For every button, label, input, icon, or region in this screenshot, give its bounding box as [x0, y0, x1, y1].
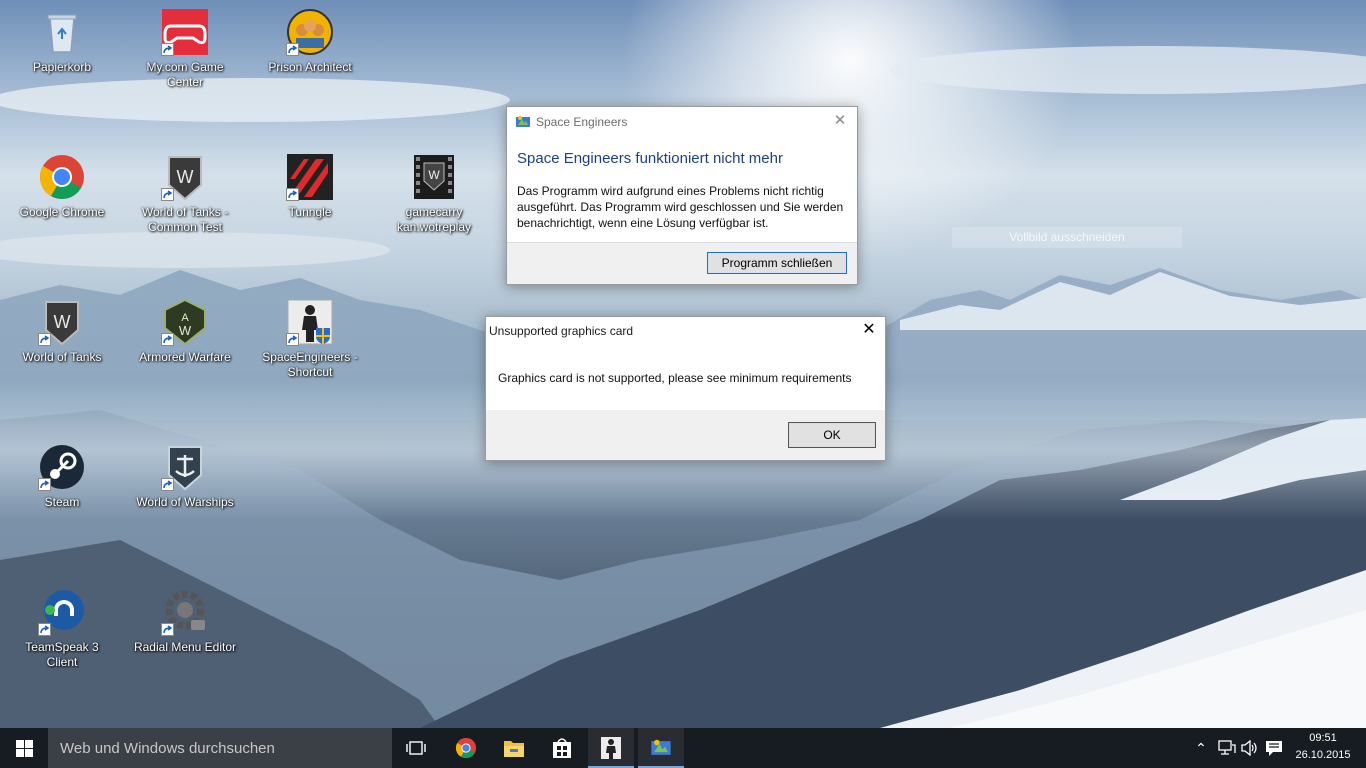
clock[interactable]: 09:51 26.10.2015	[1290, 728, 1356, 768]
icon-label: SpaceEngineers - Shortcut	[262, 350, 358, 379]
close-icon[interactable]: ✕	[827, 111, 853, 131]
shortcut-arrow-icon	[38, 478, 51, 491]
svg-text:W: W	[54, 312, 71, 332]
wotreplay-file-icon: W	[414, 155, 454, 199]
chrome-icon	[455, 737, 477, 759]
snipping-ghost-label: Vollbild ausschneiden	[952, 227, 1182, 248]
desktop-icon-spaceengineers-shortcut[interactable]: SpaceEngineers - Shortcut	[258, 298, 362, 380]
graphics-error-dialog: Unsupported graphics card ✕ Graphics car…	[485, 316, 886, 461]
desktop-icon-world-of-warships[interactable]: World of Warships	[133, 443, 237, 510]
crash-dialog: Space Engineers ✕ Space Engineers funkti…	[506, 106, 858, 285]
taskbar-chrome[interactable]	[442, 728, 490, 768]
crash-dialog-footer: Programm schließen	[507, 242, 857, 284]
clock-time: 09:51	[1309, 732, 1337, 744]
file-explorer-icon	[504, 741, 524, 757]
icon-label: Steam	[44, 495, 80, 509]
svg-text:W: W	[428, 168, 440, 182]
chevron-up-icon[interactable]: ⌃	[1192, 740, 1210, 757]
chrome-icon	[40, 155, 84, 199]
snipping-ghost-text: Vollbild ausschneiden	[1009, 230, 1125, 244]
taskbar-space-engineers-crash[interactable]	[638, 728, 684, 768]
shortcut-arrow-icon	[161, 43, 174, 56]
task-view-icon	[406, 741, 426, 755]
crash-dialog-heading: Space Engineers funktioniert nicht mehr	[517, 150, 783, 167]
crash-dialog-title: Space Engineers	[536, 115, 628, 129]
desktop-icon-mygame[interactable]: My.com Game Center	[133, 8, 237, 90]
shortcut-arrow-icon	[286, 333, 299, 346]
graphics-dialog-titlebar[interactable]: Unsupported graphics card ✕	[486, 317, 885, 346]
icon-label: My.com Game Center	[146, 60, 224, 89]
desktop-icon-wot-common-test[interactable]: W World of Tanks - Common Test	[133, 153, 237, 235]
icon-label: TeamSpeak 3 Client	[25, 640, 99, 669]
icon-label: World of Warships	[136, 495, 234, 509]
shortcut-arrow-icon	[286, 43, 299, 56]
action-center-icon[interactable]	[1265, 740, 1283, 757]
space-engineers-crash-icon	[515, 114, 531, 135]
start-button[interactable]	[0, 728, 48, 768]
taskbar-store[interactable]	[538, 728, 586, 768]
desktop-icon-steam[interactable]: Steam	[10, 443, 114, 510]
taskbar: Web und Windows durchsuchen ⌃ 09:51 26.1…	[0, 728, 1366, 768]
store-icon	[553, 738, 571, 758]
crash-dialog-body: Das Programm wird aufgrund eines Problem…	[517, 184, 844, 230]
desktop-icon-tunngle[interactable]: Tunngle	[258, 153, 362, 220]
shortcut-arrow-icon	[161, 623, 174, 636]
shortcut-arrow-icon	[161, 188, 174, 201]
icon-label: World of Tanks - Common Test	[141, 205, 229, 234]
desktop-icon-google-chrome[interactable]: Google Chrome	[10, 153, 114, 220]
svg-text:W: W	[179, 323, 192, 338]
icon-label: Google Chrome	[19, 205, 105, 219]
icon-label: gamecarry kan.wotreplay	[396, 205, 472, 234]
desktop-icon-prison-architect[interactable]: Prison Architect	[258, 8, 362, 75]
desktop-icon-teamspeak[interactable]: TeamSpeak 3 Client	[10, 588, 114, 670]
icon-label: Papierkorb	[32, 60, 92, 74]
shortcut-arrow-icon	[286, 188, 299, 201]
desktop-icon-armored-warfare[interactable]: A W Armored Warfare	[133, 298, 237, 365]
taskbar-space-engineers[interactable]	[588, 728, 634, 768]
desktop-icon-gamecarry-replay[interactable]: W gamecarry kan.wotreplay	[382, 153, 486, 235]
search-placeholder: Web und Windows durchsuchen	[60, 740, 275, 757]
graphics-dialog-footer: OK	[486, 410, 885, 460]
icon-label: Armored Warfare	[139, 350, 231, 364]
close-program-button[interactable]: Programm schließen	[707, 252, 847, 274]
network-icon[interactable]	[1218, 740, 1236, 756]
svg-text:W: W	[177, 167, 194, 187]
icon-label: World of Tanks	[22, 350, 102, 364]
recycle-bin-icon	[47, 14, 77, 53]
graphics-dialog-title: Unsupported graphics card	[489, 324, 634, 338]
taskbar-file-explorer[interactable]	[490, 728, 538, 768]
desktop-icon-world-of-tanks[interactable]: W World of Tanks	[10, 298, 114, 365]
close-icon[interactable]: ✕	[856, 320, 882, 340]
shortcut-arrow-icon	[161, 333, 174, 346]
crash-dialog-titlebar[interactable]: Space Engineers ✕	[507, 107, 857, 136]
clock-date: 26.10.2015	[1295, 749, 1351, 761]
task-view-button[interactable]	[392, 728, 440, 768]
shortcut-arrow-icon	[38, 333, 51, 346]
shortcut-arrow-icon	[161, 478, 174, 491]
desktop-icon-papierkorb[interactable]: Papierkorb	[10, 8, 114, 75]
icon-label: Radial Menu Editor	[133, 640, 237, 654]
search-box[interactable]: Web und Windows durchsuchen	[48, 728, 392, 768]
graphics-dialog-message: Graphics card is not supported, please s…	[498, 371, 852, 385]
space-engineers-crash-icon	[651, 739, 671, 755]
icon-label: Prison Architect	[268, 60, 352, 74]
ok-button[interactable]: OK	[788, 422, 876, 448]
desktop-icon-radial-menu-editor[interactable]: Radial Menu Editor	[133, 588, 237, 655]
volume-icon[interactable]	[1241, 740, 1259, 756]
windows-logo-icon	[16, 740, 33, 757]
space-engineers-icon	[601, 737, 621, 759]
icon-label: Tunngle	[288, 205, 332, 219]
shortcut-arrow-icon	[38, 623, 51, 636]
